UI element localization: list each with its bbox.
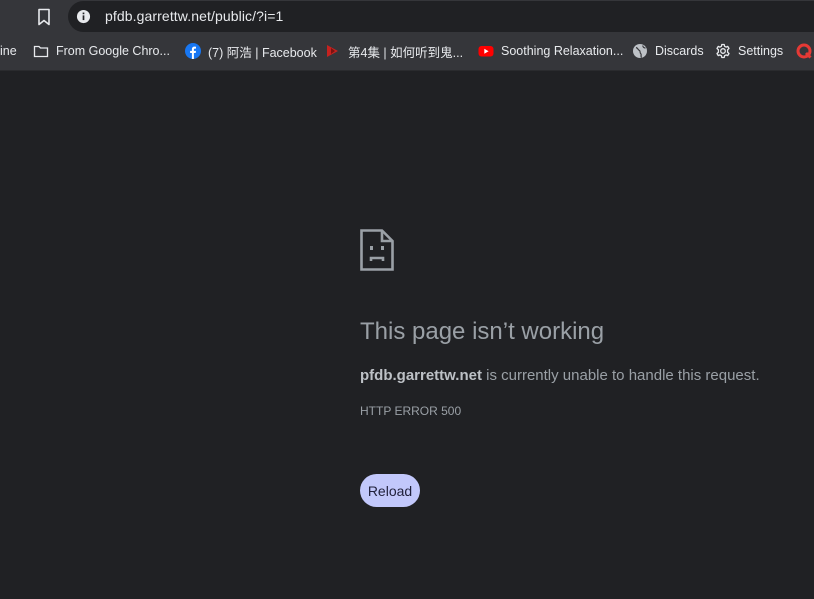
bookmark-label: Soothing Relaxation... [501, 44, 624, 58]
bookmark-page-button[interactable] [30, 4, 58, 30]
error-message: is currently unable to handle this reque… [481, 367, 760, 384]
bookmark-item-episode-4[interactable]: 第4集 | 如何听到鬼... [325, 40, 463, 62]
error-title: This page isn’t working [360, 318, 605, 345]
bookmark-label: (7) 阿浩 | Facebook [208, 45, 317, 60]
sad-page-icon [360, 229, 394, 271]
media-icon [327, 45, 338, 57]
bookmark-label: 第4集 | 如何听到鬼... [348, 45, 464, 60]
gear-icon [716, 43, 730, 59]
bookmark-item-online[interactable]: ine [0, 40, 17, 62]
bookmark-label: Settings [738, 44, 784, 58]
facebook-icon [185, 43, 201, 59]
bookmark-item-discards[interactable]: Discards [632, 40, 704, 62]
bookmark-item-settings[interactable]: Settings [715, 40, 783, 62]
bookmark-label: ine [0, 44, 17, 58]
bookmarks-bar: ine From Google Chro... (7) 阿浩 | Faceboo… [0, 34, 814, 71]
bookmark-label: Discards [655, 44, 704, 58]
bookmark-item-facebook[interactable]: (7) 阿浩 | Facebook [185, 40, 317, 62]
q-logo-icon [796, 43, 812, 59]
globe-icon [633, 44, 647, 59]
url-text[interactable]: pfdb.garrettw.net/public/?i=1 [105, 8, 283, 24]
reload-button[interactable]: Reload [360, 474, 420, 507]
bookmark-item-from-google-chrome[interactable]: From Google Chro... [33, 40, 170, 62]
bookmark-item-soothing-relaxation[interactable]: Soothing Relaxation... [478, 40, 623, 62]
error-host: pfdb.garrettw.net [360, 367, 482, 384]
address-bar[interactable]: pfdb.garrettw.net/public/?i=1 [68, 1, 814, 32]
bookmark-label: From Google Chro... [56, 44, 170, 58]
error-code: HTTP ERROR 500 [360, 404, 462, 418]
folder-icon [33, 45, 49, 58]
youtube-icon [478, 46, 494, 57]
browser-toolbar: pfdb.garrettw.net/public/?i=1 [0, 0, 814, 34]
bookmark-icon [38, 8, 50, 26]
bookmark-item-overflow[interactable] [796, 40, 814, 62]
info-icon[interactable] [76, 9, 91, 24]
error-description: pfdb.garrettw.net is currently unable to… [360, 367, 760, 384]
